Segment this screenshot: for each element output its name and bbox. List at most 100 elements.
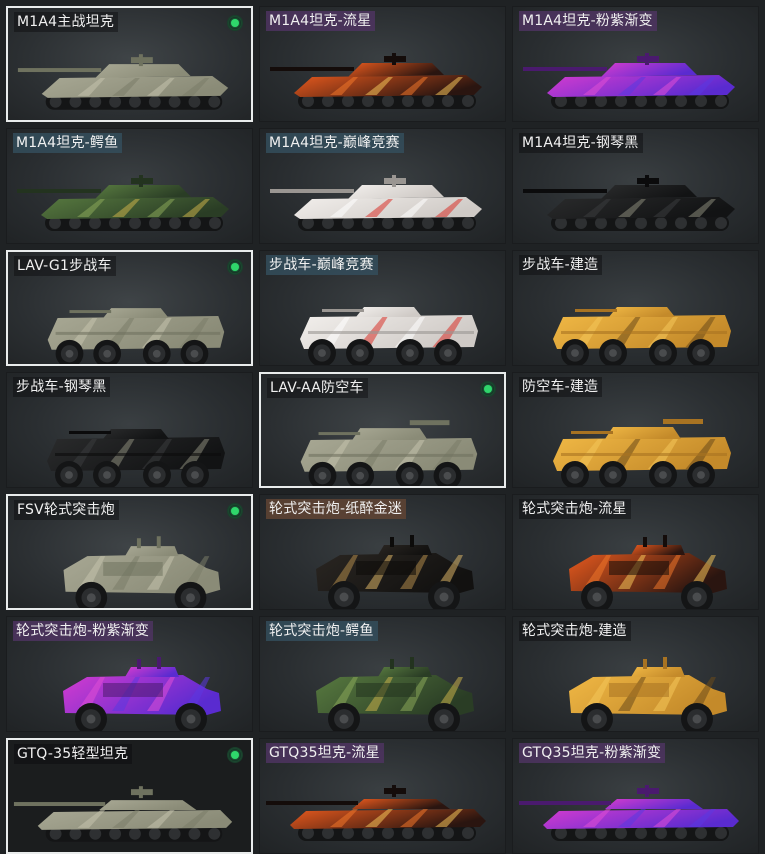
road-wheel — [575, 827, 587, 839]
turret-mg — [384, 178, 406, 184]
wheel-cap — [405, 471, 414, 480]
wheel-cap — [697, 471, 705, 479]
vehicle-image — [519, 785, 739, 841]
wheel-cap — [609, 471, 617, 479]
vehicle-image — [270, 53, 482, 109]
road-wheel — [382, 827, 394, 839]
vehicle-image — [47, 429, 225, 487]
vehicle-card[interactable]: GTQ-35轻型坦克 — [6, 738, 253, 854]
vehicle-card[interactable]: 轮式突击炮-纸醉金迷 — [259, 494, 506, 610]
turret — [378, 667, 432, 677]
vehicle-card[interactable]: 防空车-建造 — [512, 372, 759, 488]
gun-barrel — [270, 67, 354, 71]
road-wheel — [402, 95, 414, 107]
vehicle-card[interactable]: 步战车-巅峰竞赛 — [259, 250, 506, 366]
turret — [631, 545, 685, 555]
gun-barrel — [571, 431, 613, 434]
vehicle-card[interactable]: M1A4坦克-流星 — [259, 6, 506, 122]
antenna — [663, 657, 667, 669]
fsv-body — [569, 657, 727, 731]
equipped-indicator-icon — [227, 747, 243, 763]
road-wheel — [322, 95, 334, 107]
road-wheel — [615, 95, 627, 107]
aa-launcher — [663, 419, 703, 424]
road-wheel — [422, 217, 434, 229]
road-wheel — [209, 217, 221, 229]
vehicle-image — [523, 175, 735, 231]
vehicle-image — [63, 657, 221, 731]
vehicle-card-label: GTQ-35轻型坦克 — [14, 744, 133, 764]
wheel-cap — [659, 471, 667, 479]
vehicle-card[interactable]: FSV轮式突击炮 — [6, 494, 253, 610]
vehicle-card-label: M1A4坦克-钢琴黑 — [519, 133, 643, 153]
vehicle-card-label: 轮式突击炮-粉紫渐变 — [13, 621, 154, 641]
equipped-indicator-icon — [227, 15, 243, 31]
hull-line — [561, 331, 727, 334]
vehicle-card[interactable]: 轮式突击炮-鳄鱼 — [259, 616, 506, 732]
turret-mg — [637, 788, 659, 794]
vehicle-card-label: M1A4主战坦克 — [14, 12, 119, 32]
vehicle-card[interactable]: M1A4坦克-钢琴黑 — [512, 128, 759, 244]
turret — [605, 799, 703, 809]
vehicle-card[interactable]: M1A4坦克-鳄鱼 — [6, 128, 253, 244]
vehicle-image — [17, 175, 229, 231]
vehicle-card[interactable]: LAV-G1步战车 — [6, 250, 253, 366]
turret — [601, 63, 697, 77]
road-wheel — [129, 217, 141, 229]
window — [356, 561, 416, 575]
vehicle-card[interactable]: 步战车-钢琴黑 — [6, 372, 253, 488]
wheel-cap — [65, 471, 73, 479]
turret-sight — [643, 537, 647, 547]
ifv-body — [553, 307, 731, 365]
road-wheel — [715, 95, 727, 107]
vehicle-card[interactable]: M1A4坦克-巅峰竞赛 — [259, 128, 506, 244]
road-wheel — [322, 217, 334, 229]
vehicle-card-label: 轮式突击炮-流星 — [519, 499, 631, 519]
road-wheel — [168, 827, 181, 840]
road-wheel — [188, 827, 201, 840]
gun-barrel — [69, 431, 111, 434]
ifv-body — [300, 307, 478, 365]
vehicle-card[interactable]: GTQ35坦克-粉紫渐变 — [512, 738, 759, 854]
vehicle-card[interactable]: 步战车-建造 — [512, 250, 759, 366]
wheel-cap — [86, 593, 96, 603]
vehicle-card-label: LAV-G1步战车 — [14, 256, 116, 276]
road-wheel — [695, 217, 707, 229]
vehicle-card[interactable]: M1A4主战坦克 — [6, 6, 253, 122]
wheel-cap — [356, 349, 364, 357]
vehicle-card[interactable]: 轮式突击炮-流星 — [512, 494, 759, 610]
tank-body — [270, 53, 482, 109]
vehicle-card[interactable]: M1A4坦克-粉紫渐变 — [512, 6, 759, 122]
gun-barrel — [575, 309, 617, 312]
turret — [125, 546, 179, 557]
road-wheel — [402, 827, 414, 839]
turret-sight — [390, 659, 394, 669]
vehicle-card[interactable]: GTQ35坦克-流星 — [259, 738, 506, 854]
vehicle-card-label: 防空车-建造 — [519, 377, 603, 397]
vehicle-image — [13, 786, 233, 842]
road-wheel — [69, 217, 81, 229]
road-wheel — [595, 827, 607, 839]
hull-line — [55, 453, 221, 456]
wheel-cap — [186, 714, 196, 724]
vehicle-card[interactable]: LAV-AA防空车 — [259, 372, 506, 488]
vehicle-card[interactable]: 轮式突击炮-粉紫渐变 — [6, 616, 253, 732]
road-wheel — [69, 95, 82, 108]
road-wheel — [615, 217, 627, 229]
turret — [378, 545, 432, 555]
road-wheel — [695, 95, 707, 107]
road-wheel — [462, 95, 474, 107]
road-wheel — [89, 217, 101, 229]
turret — [348, 185, 444, 199]
vehicle-card-label: 步战车-钢琴黑 — [13, 377, 111, 397]
road-wheel — [402, 217, 414, 229]
gun-barrel — [69, 310, 112, 314]
road-wheel — [129, 95, 141, 108]
gun-barrel — [13, 802, 106, 807]
road-wheel — [635, 95, 647, 107]
road-wheel — [382, 217, 394, 229]
road-wheel — [188, 95, 201, 108]
fsv-body — [316, 535, 474, 609]
vehicle-card[interactable]: 轮式突击炮-建造 — [512, 616, 759, 732]
fsv-body — [569, 535, 727, 609]
